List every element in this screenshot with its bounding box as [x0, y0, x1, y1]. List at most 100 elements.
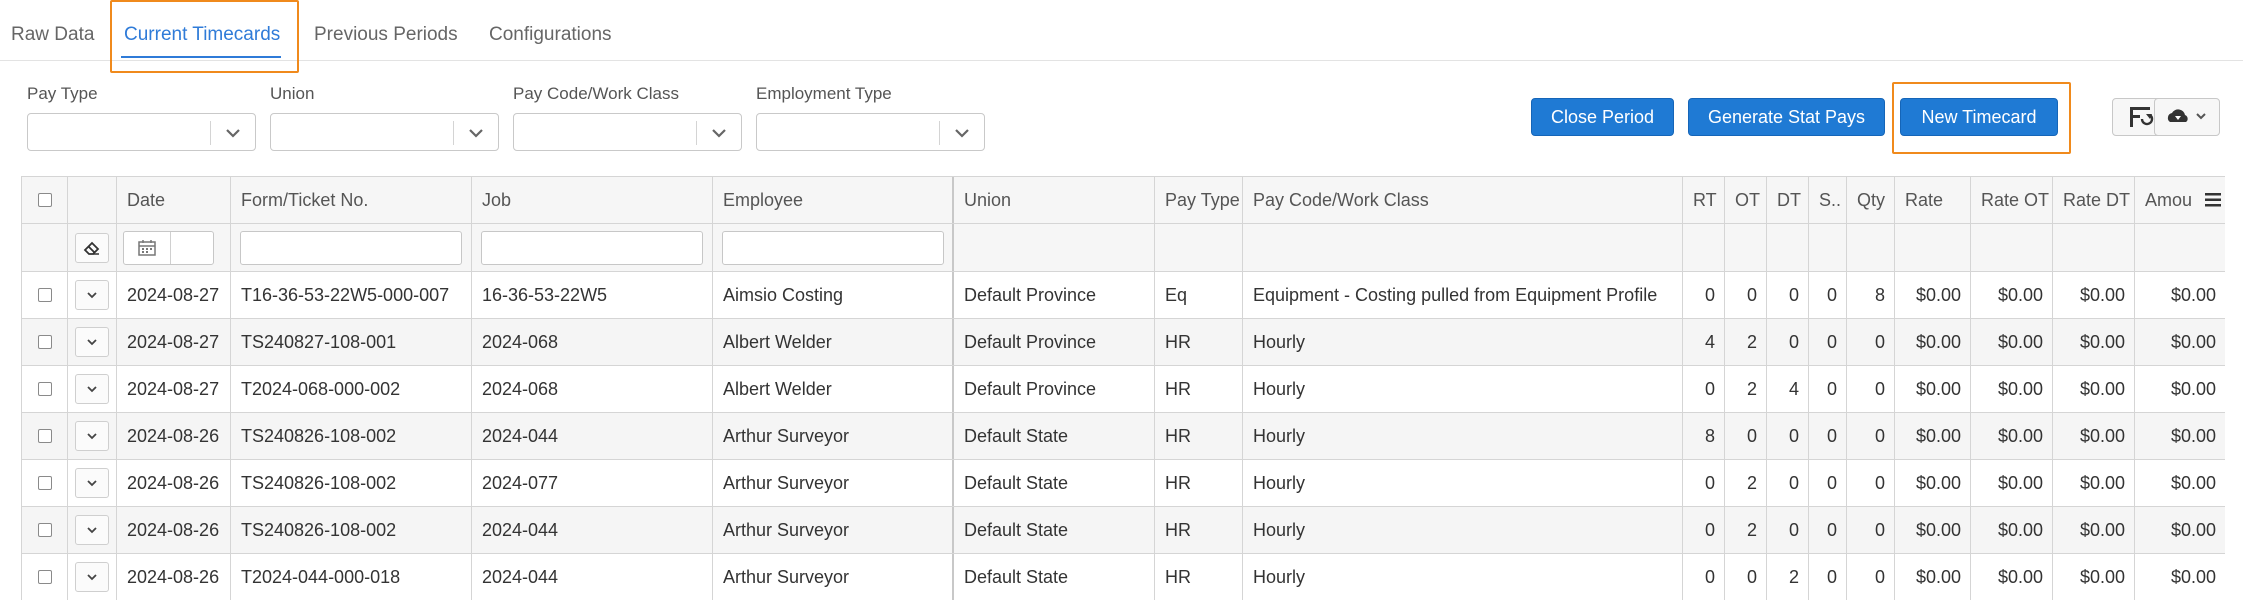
- header-job[interactable]: Job: [472, 177, 713, 223]
- job-filter-input[interactable]: [481, 230, 703, 265]
- chevron-down-icon: [87, 527, 97, 534]
- select-all-checkbox[interactable]: [37, 193, 52, 207]
- cell-union: Default Province: [954, 319, 1155, 365]
- header-rate-dt[interactable]: Rate DT: [2053, 177, 2135, 223]
- ticket-filter-input[interactable]: [240, 230, 462, 265]
- cell-amount: $0.00: [2170, 566, 2216, 587]
- header-qty[interactable]: Qty: [1847, 177, 1895, 223]
- new-timecard-button[interactable]: New Timecard: [1900, 98, 2058, 136]
- row-expand-button[interactable]: [75, 421, 109, 451]
- row-expand-button[interactable]: [75, 374, 109, 404]
- cell-rate-dt: $0.00: [2053, 272, 2135, 318]
- select-separator: [696, 121, 697, 145]
- filter-cell-job: [472, 224, 713, 271]
- cell-rt: 0: [1683, 507, 1725, 553]
- union-select[interactable]: [270, 113, 499, 151]
- table-row[interactable]: 2024-08-26 TS240826-108-002 2024-044 Arthur…: [22, 413, 2225, 460]
- cell-dt: 0: [1767, 319, 1809, 365]
- table-row[interactable]: 2024-08-26 T2024-044-000-018 2024-044 Arthu…: [22, 554, 2225, 600]
- row-checkbox[interactable]: [37, 523, 52, 537]
- date-filter-input[interactable]: [123, 230, 214, 265]
- cell-union: Default State: [954, 507, 1155, 553]
- cell-rate: $0.00: [1895, 319, 1971, 365]
- date-picker-button[interactable]: [124, 231, 171, 264]
- cell-pay-type: HR: [1155, 413, 1243, 459]
- cell-pay-type: HR: [1155, 507, 1243, 553]
- tab-configurations[interactable]: Configurations: [489, 24, 612, 46]
- table-row[interactable]: 2024-08-27 T16-36-53-22W5-000-007 16-36-53…: [22, 272, 2225, 319]
- cell-ticket: TS240827-108-001: [231, 319, 472, 365]
- table-row[interactable]: 2024-08-27 T2024-068-000-002 2024-068 Alber…: [22, 366, 2225, 413]
- row-expand-button[interactable]: [75, 468, 109, 498]
- cell-employee: Arthur Surveyor: [713, 460, 954, 506]
- header-rate[interactable]: Rate: [1895, 177, 1971, 223]
- header-dt[interactable]: DT: [1767, 177, 1809, 223]
- chevron-down-icon: [469, 129, 483, 138]
- row-select-cell: [22, 366, 68, 412]
- pay-code-select[interactable]: [513, 113, 742, 151]
- cell-rate-dt: $0.00: [2053, 460, 2135, 506]
- tab-raw-data[interactable]: Raw Data: [11, 24, 94, 46]
- header-stat[interactable]: S..: [1809, 177, 1847, 223]
- cell-rate-ot: $0.00: [1971, 460, 2053, 506]
- header-union[interactable]: Union: [954, 177, 1155, 223]
- header-date[interactable]: Date: [117, 177, 231, 223]
- filter-cell-amount: [2135, 224, 2225, 271]
- cell-pay-code: Hourly: [1243, 319, 1683, 365]
- employee-filter-input[interactable]: [722, 230, 944, 265]
- cell-ticket: T16-36-53-22W5-000-007: [231, 272, 472, 318]
- row-expand-button[interactable]: [75, 280, 109, 310]
- header-rt[interactable]: RT: [1683, 177, 1725, 223]
- cell-pay-type: HR: [1155, 554, 1243, 600]
- row-checkbox[interactable]: [37, 382, 52, 396]
- header-employee[interactable]: Employee: [713, 177, 954, 223]
- employment-type-select[interactable]: [756, 113, 985, 151]
- chevron-down-icon: [712, 129, 726, 138]
- cell-ot: 0: [1725, 272, 1767, 318]
- header-pay-code[interactable]: Pay Code/Work Class: [1243, 177, 1683, 223]
- filter-cell-union: [954, 224, 1155, 271]
- header-rate-ot[interactable]: Rate OT: [1971, 177, 2053, 223]
- row-expand-button[interactable]: [75, 327, 109, 357]
- row-checkbox[interactable]: [37, 429, 52, 443]
- table-row[interactable]: 2024-08-26 TS240826-108-002 2024-044 Arthur…: [22, 507, 2225, 554]
- tab-previous-periods[interactable]: Previous Periods: [314, 24, 458, 46]
- row-expand-cell: [68, 366, 117, 412]
- header-amount[interactable]: Amou: [2135, 177, 2225, 223]
- cell-rate-dt: $0.00: [2053, 507, 2135, 553]
- header-pay-type[interactable]: Pay Type: [1155, 177, 1243, 223]
- filter-cell-ticket: [231, 224, 472, 271]
- row-expand-button[interactable]: [75, 562, 109, 592]
- cell-amount: $0.00: [2170, 284, 2216, 305]
- cell-rate-dt: $0.00: [2053, 319, 2135, 365]
- header-ticket[interactable]: Form/Ticket No.: [231, 177, 472, 223]
- cell-union: Default Province: [954, 272, 1155, 318]
- close-period-button[interactable]: Close Period: [1531, 98, 1674, 136]
- cell-pay-type: Eq: [1155, 272, 1243, 318]
- pay-type-select[interactable]: [27, 113, 256, 151]
- row-expand-button[interactable]: [75, 515, 109, 545]
- table-row[interactable]: 2024-08-27 TS240827-108-001 2024-068 Albert…: [22, 319, 2225, 366]
- header-ot[interactable]: OT: [1725, 177, 1767, 223]
- cell-union: Default Province: [954, 366, 1155, 412]
- clear-filters-button[interactable]: [75, 232, 109, 263]
- active-tab-indicator: [121, 56, 281, 58]
- table-row[interactable]: 2024-08-26 TS240826-108-002 2024-077 Arthur…: [22, 460, 2225, 507]
- row-select-cell: [22, 319, 68, 365]
- row-checkbox[interactable]: [37, 570, 52, 584]
- cell-ot: 0: [1725, 554, 1767, 600]
- cell-qty: 8: [1847, 272, 1895, 318]
- cell-rt: 8: [1683, 413, 1725, 459]
- cell-rate-ot: $0.00: [1971, 319, 2053, 365]
- filter-cell-stat: [1809, 224, 1847, 271]
- cell-rt: 0: [1683, 366, 1725, 412]
- export-button[interactable]: [2154, 98, 2220, 136]
- menu-icon[interactable]: [2205, 193, 2221, 207]
- row-checkbox[interactable]: [37, 476, 52, 490]
- row-checkbox[interactable]: [37, 288, 52, 302]
- row-checkbox[interactable]: [37, 335, 52, 349]
- generate-stat-pays-button[interactable]: Generate Stat Pays: [1688, 98, 1885, 136]
- tab-current-timecards[interactable]: Current Timecards: [124, 24, 280, 46]
- cell-job: 16-36-53-22W5: [472, 272, 713, 318]
- column-settings-icon: [2130, 107, 2154, 127]
